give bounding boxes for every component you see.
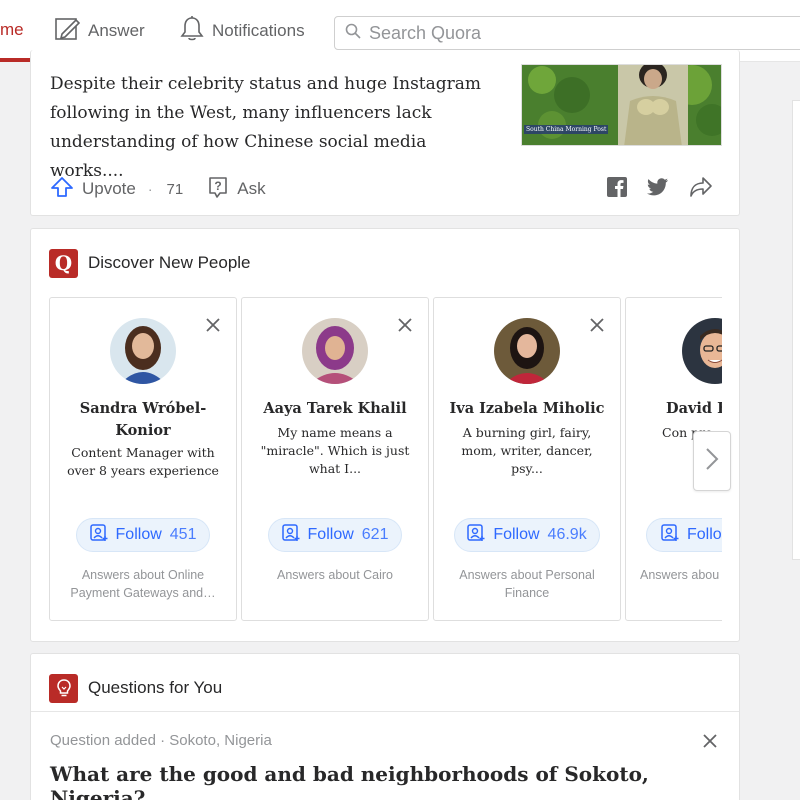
upvote-label: Upvote [82,179,136,198]
follower-count: 46.9k [547,526,587,543]
search-box[interactable] [334,16,800,50]
close-icon[interactable] [703,734,717,753]
carousel-next-button[interactable] [693,431,731,491]
follow-button[interactable]: Follo [646,518,722,552]
person-name[interactable]: Iva Izabela Miholic [444,398,610,420]
person-name[interactable]: David F [666,398,722,420]
questions-title: Questions for You [88,678,223,697]
nav-answer-link[interactable]: Answer [54,16,145,46]
avatar[interactable] [302,318,368,384]
person-topic[interactable]: Answers about Personal Finance [442,566,612,602]
person-bio: Content Manager with over 8 years experi… [67,445,219,478]
avatar[interactable] [110,318,176,384]
questions-for-you-card: Questions for You Question added · Sokot… [30,653,740,800]
avatar[interactable] [494,318,560,384]
upvote-arrow-icon [50,175,74,204]
person-name[interactable]: Sandra Wróbel-Konior [60,398,226,442]
nav-notifications-label: Notifications [212,21,305,40]
person-topic[interactable]: Answers about Cairo [250,566,420,584]
follow-label: Follow [115,526,162,543]
share-icons [607,176,713,203]
discover-people-card: Q Discover New People Sandra Wróbel-Koni… [30,228,740,642]
follow-label: Follo [687,526,722,543]
ask-label: Ask [237,179,266,198]
avatar[interactable] [682,318,722,384]
lightbulb-icon [49,673,78,703]
story-actions: Upvote · 71 ? Ask [50,176,266,202]
follow-label: Follow [493,526,540,543]
separator-dot: · [147,181,153,197]
people-carousel: Sandra Wróbel-Konior Content Manager wit… [49,297,722,621]
person-name[interactable]: Aaya Tarek Khalil [252,398,418,420]
follow-label: Follow [307,526,354,543]
follow-button[interactable]: Follow 46.9k [454,518,600,552]
upvote-count: 71 [166,180,184,198]
story-excerpt[interactable]: Despite their celebrity status and huge … [50,70,500,186]
search-input[interactable] [369,22,789,44]
right-sidebar-panel [792,100,800,560]
question-title[interactable]: What are the good and bad neighborhoods … [50,762,739,800]
discover-title: Discover New People [88,253,251,272]
search-icon [345,23,361,44]
chevron-right-icon [705,447,719,476]
person-card[interactable]: Iva Izabela Miholic A burning girl, fair… [433,297,621,621]
nav-notifications-link[interactable]: Notifications [180,15,305,48]
person-topic[interactable]: Answers abou [640,566,722,584]
pencil-square-icon [54,16,81,47]
nav-answer-label: Answer [88,21,145,40]
person-card[interactable]: Aaya Tarek Khalil My name means a "mirac… [241,297,429,621]
person-bio: A burning girl, fairy, mom, writer, danc… [461,425,593,476]
add-person-icon [467,523,485,547]
questions-header: Questions for You [49,673,223,703]
share-arrow-icon[interactable] [689,176,713,203]
follower-count: 451 [169,526,197,543]
nav-home-link[interactable]: me [0,20,24,40]
follower-count: 621 [361,526,389,543]
close-icon[interactable] [590,318,604,337]
person-topic[interactable]: Answers about Online Payment Gateways an… [58,566,228,602]
close-icon[interactable] [206,318,220,337]
ask-button[interactable]: ? Ask [207,175,266,204]
follow-button[interactable]: Follow 621 [268,518,402,552]
facebook-icon[interactable] [607,177,627,202]
svg-text:?: ? [215,179,222,193]
divider [31,711,739,712]
quora-q-icon: Q [49,248,78,278]
discover-header: Q Discover New People [49,248,251,278]
image-caption: South China Morning Post [524,125,609,134]
person-bio: My name means a "miracle". Which is just… [260,425,410,476]
bell-icon [180,15,204,48]
follow-button[interactable]: Follow 451 [76,518,210,552]
story-thumbnail[interactable]: South China Morning Post [521,64,722,146]
upvote-button[interactable]: Upvote · 71 [50,175,183,204]
add-person-icon [281,523,300,547]
question-mark-icon: ? [207,175,229,204]
twitter-icon[interactable] [647,178,669,201]
add-person-icon [89,523,108,547]
question-meta: Question added · Sokoto, Nigeria [50,732,272,749]
feed-story-card: Despite their celebrity status and huge … [30,50,740,216]
close-icon[interactable] [398,318,412,337]
person-card[interactable]: Sandra Wróbel-Konior Content Manager wit… [49,297,237,621]
add-person-icon [661,523,679,547]
